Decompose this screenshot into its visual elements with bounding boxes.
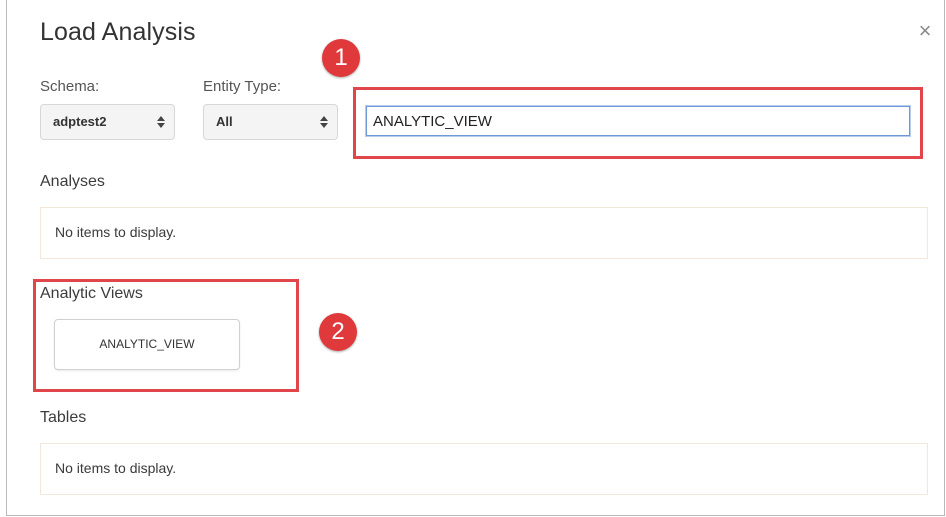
close-icon[interactable]: × — [914, 20, 936, 42]
entity-type-label: Entity Type: — [203, 78, 282, 95]
analyses-empty-message: No items to display. — [55, 224, 177, 240]
annotation-badge-1: 1 — [322, 39, 360, 77]
entity-type-select-value: All — [216, 114, 233, 129]
analyses-section-title: Analyses — [40, 173, 105, 190]
search-input[interactable] — [366, 106, 910, 136]
schema-select[interactable]: adptest2 — [40, 104, 175, 140]
schema-label: Schema: — [40, 78, 100, 95]
analytic-views-section-title: Analytic Views — [40, 285, 143, 302]
sort-arrows-icon — [157, 116, 165, 128]
sort-arrows-icon — [320, 116, 328, 128]
dialog-title: Load Analysis — [40, 18, 196, 46]
tables-section-title: Tables — [40, 409, 87, 426]
tables-panel: No items to display. — [40, 443, 928, 495]
tables-empty-message: No items to display. — [55, 460, 177, 476]
entity-type-select[interactable]: All — [203, 104, 338, 140]
schema-select-value: adptest2 — [53, 114, 107, 129]
analytic-view-card[interactable]: ANALYTIC_VIEW — [54, 319, 240, 370]
annotation-badge-2: 2 — [319, 313, 357, 351]
analyses-panel: No items to display. — [40, 207, 928, 259]
